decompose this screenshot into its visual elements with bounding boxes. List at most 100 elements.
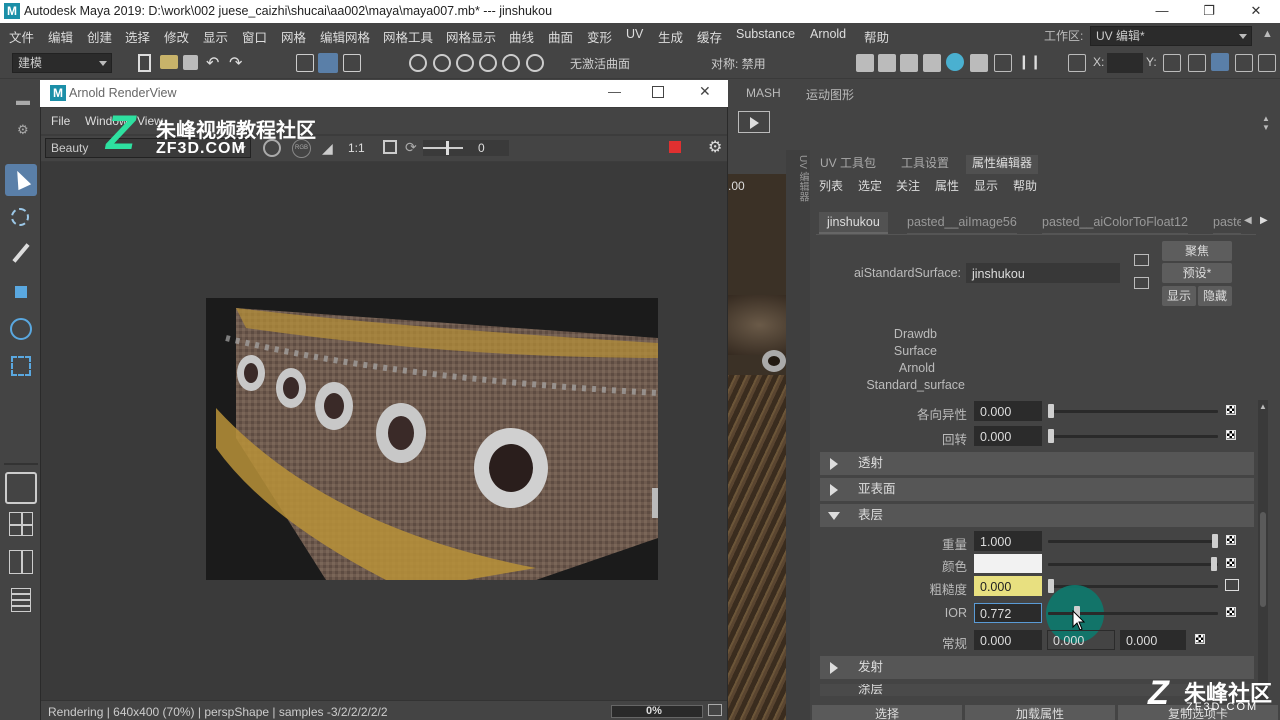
- ae-scrollbar[interactable]: [1258, 400, 1268, 700]
- select-component-icon[interactable]: [343, 54, 361, 72]
- focus-button[interactable]: 聚焦: [1162, 241, 1232, 261]
- section-coat[interactable]: 表层: [820, 504, 1254, 527]
- transform-icon[interactable]: [1068, 54, 1086, 72]
- symmetry-label[interactable]: 对称: 禁用: [711, 55, 766, 72]
- rotation-slider-knob[interactable]: [1048, 429, 1054, 443]
- snap-vertex-icon[interactable]: [526, 54, 544, 72]
- menu-help[interactable]: 帮助: [864, 27, 889, 46]
- select-object-icon[interactable]: [318, 53, 338, 73]
- menu-edit[interactable]: 编辑: [48, 27, 73, 46]
- menu-file[interactable]: 文件: [9, 27, 34, 46]
- rv-menu-file[interactable]: File: [51, 114, 70, 128]
- renderview-maximize-icon[interactable]: [652, 86, 664, 98]
- menu-display[interactable]: 显示: [203, 27, 228, 46]
- section-subsurface[interactable]: 亚表面: [820, 478, 1254, 501]
- load-attributes-button[interactable]: 加载属性: [965, 705, 1115, 720]
- ae-menu-attributes[interactable]: 属性: [935, 177, 959, 194]
- pause-icon[interactable]: ❙❙: [1018, 53, 1041, 70]
- show-button[interactable]: 显示: [1162, 286, 1196, 306]
- menu-substance[interactable]: Substance: [736, 27, 795, 41]
- coat-roughness-slider-knob[interactable]: [1048, 579, 1054, 593]
- select-button[interactable]: 选择: [812, 705, 962, 720]
- renderview-close-icon[interactable]: ✕: [699, 83, 711, 100]
- menu-mesh[interactable]: 网格: [281, 27, 306, 46]
- x-coord-field[interactable]: [1107, 53, 1143, 73]
- menu-uv[interactable]: UV: [626, 27, 643, 41]
- stop-render-icon[interactable]: [669, 141, 681, 153]
- tab-attribute-editor[interactable]: 属性编辑器: [966, 155, 1039, 174]
- rotation-map-icon[interactable]: [1226, 430, 1236, 440]
- menu-cache[interactable]: 缓存: [697, 27, 722, 46]
- coat-color-slider[interactable]: [1048, 563, 1218, 566]
- input-connections-icon[interactable]: [1134, 254, 1149, 266]
- menu-curves[interactable]: 曲线: [509, 27, 534, 46]
- two-view-icon[interactable]: [5, 548, 37, 576]
- anisotropy-slider[interactable]: [1048, 410, 1218, 413]
- render-settings-icon[interactable]: [900, 54, 918, 72]
- menu-edit-mesh[interactable]: 编辑网格: [320, 27, 370, 46]
- coat-color-swatch[interactable]: [974, 554, 1042, 573]
- tool-settings-icon[interactable]: [1235, 54, 1253, 72]
- shelf-gear-icon[interactable]: ⚙: [17, 122, 29, 138]
- coat-weight-map-icon[interactable]: [1226, 535, 1236, 545]
- move-tool-icon[interactable]: [5, 276, 37, 308]
- coat-roughness-connected-icon[interactable]: [1225, 579, 1239, 591]
- tab-tool-settings[interactable]: 工具设置: [901, 155, 949, 174]
- ae-menu-list[interactable]: 列表: [819, 177, 843, 194]
- four-view-icon[interactable]: [5, 510, 37, 538]
- snap-curve-icon[interactable]: [433, 54, 451, 72]
- scroll-up-icon[interactable]: ▲: [1262, 28, 1273, 40]
- modeling-toolkit-icon[interactable]: [1163, 54, 1181, 72]
- hide-button[interactable]: 隐藏: [1198, 286, 1232, 306]
- ae-menu-selected[interactable]: 选定: [858, 177, 882, 194]
- renderview-minimize-icon[interactable]: —: [608, 84, 621, 99]
- arnold-render-icon[interactable]: [946, 53, 964, 71]
- render-view-icon[interactable]: [970, 54, 988, 72]
- uv-editor-vertical-tab[interactable]: UV 编辑器: [790, 155, 810, 235]
- coat-normal-map-icon[interactable]: [1195, 634, 1205, 644]
- exposure-slider[interactable]: 0: [423, 140, 509, 156]
- live-surface-label[interactable]: 无激活曲面: [570, 55, 630, 72]
- ae-menu-focus[interactable]: 关注: [896, 177, 920, 194]
- render-settings-gear-icon[interactable]: ⚙: [708, 137, 722, 157]
- select-hierarchy-icon[interactable]: [296, 54, 314, 72]
- arnold-ipr-icon[interactable]: [994, 54, 1012, 72]
- coat-color-slider-knob[interactable]: [1211, 557, 1217, 571]
- paint-select-icon[interactable]: [5, 238, 37, 270]
- redo-icon[interactable]: ↷: [229, 53, 242, 73]
- anisotropy-slider-knob[interactable]: [1048, 404, 1054, 418]
- render-frame-icon[interactable]: [856, 54, 874, 72]
- close-icon[interactable]: ✕: [1242, 2, 1270, 20]
- node-name-field[interactable]: jinshukou: [966, 263, 1120, 283]
- channel-box-icon[interactable]: [1258, 54, 1276, 72]
- hypershade-icon[interactable]: [923, 54, 941, 72]
- ipr-render-icon[interactable]: [878, 54, 896, 72]
- lasso-tool-icon[interactable]: [5, 202, 37, 234]
- presets-button[interactable]: 预设*: [1162, 263, 1232, 283]
- undo-icon[interactable]: ↶: [206, 53, 219, 73]
- menu-surfaces[interactable]: 曲面: [548, 27, 573, 46]
- menu-arnold[interactable]: Arnold: [810, 27, 846, 41]
- coat-weight-slider[interactable]: [1048, 540, 1218, 543]
- section-transmission[interactable]: 透射: [820, 452, 1254, 475]
- zoom-ratio-label[interactable]: 1:1: [348, 141, 365, 155]
- rotation-field[interactable]: 0.000: [974, 426, 1042, 446]
- tab-scroll-right-icon[interactable]: ▶: [1260, 215, 1268, 226]
- rotation-slider[interactable]: [1048, 435, 1218, 438]
- snap-point-icon[interactable]: [456, 54, 474, 72]
- menu-modify[interactable]: 修改: [164, 27, 189, 46]
- menu-create[interactable]: 创建: [87, 27, 112, 46]
- open-scene-icon[interactable]: [160, 55, 178, 69]
- menu-mesh-tools[interactable]: 网格工具: [383, 27, 433, 46]
- shelf-tab-mash[interactable]: MASH: [746, 86, 781, 100]
- ae-scrollbar-thumb[interactable]: [1260, 512, 1266, 607]
- snap-view-icon[interactable]: [479, 54, 497, 72]
- tab-scroll-left-icon[interactable]: ◀: [1244, 215, 1252, 226]
- new-scene-icon[interactable]: [138, 54, 151, 72]
- node-tab-aicolortofloat12[interactable]: pasted__aiColorToFloat12: [1042, 212, 1188, 234]
- coat-normal-x-field[interactable]: 0.000: [974, 630, 1042, 650]
- scale-tool-icon[interactable]: [5, 350, 37, 382]
- menuset-select[interactable]: 建模: [12, 53, 112, 73]
- coat-ior-map-icon[interactable]: [1226, 607, 1236, 617]
- log-window-icon[interactable]: [708, 704, 722, 716]
